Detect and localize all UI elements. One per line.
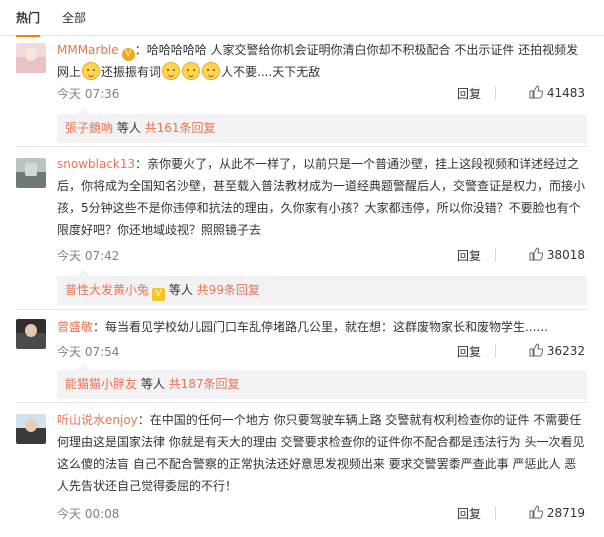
avatar[interactable]	[16, 319, 46, 349]
tab-hot[interactable]: 热门	[16, 10, 41, 37]
sub-replies[interactable]: 張子鏡吶 等人 共161条回复	[57, 108, 587, 143]
sub-reply-count[interactable]: 共99条回复	[197, 283, 260, 297]
comment-text: snowblack13：亲你要火了，从此不一样了，以前只是一个普通沙壁，挂上这段…	[57, 157, 586, 237]
like-count: 41483	[546, 86, 585, 100]
timestamp: 今天 07:54	[57, 345, 120, 359]
divider	[16, 146, 588, 147]
like-count: 38018	[546, 248, 585, 262]
doge-emoji-icon	[182, 62, 201, 80]
like-button[interactable]: 28719	[529, 505, 585, 520]
tab-all[interactable]: 全部	[62, 10, 86, 26]
divider	[16, 309, 588, 310]
sub-reply-count[interactable]: 共161条回复	[145, 121, 216, 135]
thumbs-up-icon	[529, 505, 543, 519]
doge-emoji-icon	[162, 62, 181, 80]
thumbs-up-icon	[529, 85, 543, 99]
divider	[495, 344, 496, 358]
comment-meta: 今天 07:36 回复 41483	[57, 85, 585, 101]
divider	[16, 402, 588, 403]
thumbs-up-icon	[529, 343, 543, 357]
username[interactable]: 曾盛敏	[57, 320, 93, 334]
sub-replies[interactable]: 能猫猫小胖友 等人 共187条回复	[57, 364, 587, 399]
reply-button[interactable]: 回复	[457, 505, 481, 522]
verified-badge-icon: V	[152, 288, 166, 301]
like-button[interactable]: 38018	[529, 247, 585, 262]
reply-button[interactable]: 回复	[457, 247, 481, 264]
like-button[interactable]: 36232	[529, 343, 585, 358]
sub-reply-user[interactable]: 普性大发黄小兔	[65, 283, 149, 297]
sub-reply-user[interactable]: 張子鏡吶	[65, 121, 113, 135]
vip-badge-icon: V	[121, 48, 135, 61]
timestamp: 今天 07:42	[57, 249, 120, 263]
comment-text: 听山说水enjoy：在中国的任何一个地方 你只要驾驶车辆上路 交警就有权利检查你…	[57, 413, 585, 493]
reply-button[interactable]: 回复	[457, 85, 481, 102]
divider	[495, 86, 496, 100]
avatar[interactable]	[16, 158, 46, 188]
timestamp: 今天 07:36	[57, 87, 120, 101]
comment-meta: 今天 00:08 回复 28719	[57, 505, 585, 521]
avatar[interactable]	[16, 414, 46, 444]
username[interactable]: 听山说水enjoy	[57, 413, 138, 427]
sub-reply-count[interactable]: 共187条回复	[169, 377, 240, 391]
username[interactable]: snowblack13	[57, 157, 135, 171]
timestamp: 今天 00:08	[57, 507, 120, 521]
like-button[interactable]: 41483	[529, 85, 585, 100]
thumbs-up-icon	[529, 247, 543, 261]
divider	[495, 506, 496, 520]
comment-text: MMMarble V ：哈哈哈哈哈 人家交警给你机会证明你清白你却不积极配合 不出示…	[57, 43, 579, 80]
sub-reply-user[interactable]: 能猫猫小胖友	[65, 377, 137, 391]
avatar[interactable]	[16, 43, 46, 73]
sub-replies[interactable]: 普性大发黄小兔 V 等人 共99条回复	[57, 270, 587, 305]
like-count: 28719	[546, 506, 585, 520]
comment-meta: 今天 07:54 回复 36232	[57, 343, 585, 359]
reply-button[interactable]: 回复	[457, 343, 481, 360]
divider	[495, 248, 496, 262]
comment-text: 曾盛敏：每当看见学校幼儿园门口车乱停堵路几公里，就在想：这群废物家长和废物学生.…	[57, 320, 548, 334]
doge-emoji-icon	[202, 62, 221, 80]
comment-tabs: 热门 全部	[0, 0, 604, 37]
username[interactable]: MMMarble	[57, 43, 119, 57]
like-count: 36232	[546, 344, 585, 358]
doge-emoji-icon	[82, 62, 101, 80]
comment-meta: 今天 07:42 回复 38018	[57, 247, 585, 263]
